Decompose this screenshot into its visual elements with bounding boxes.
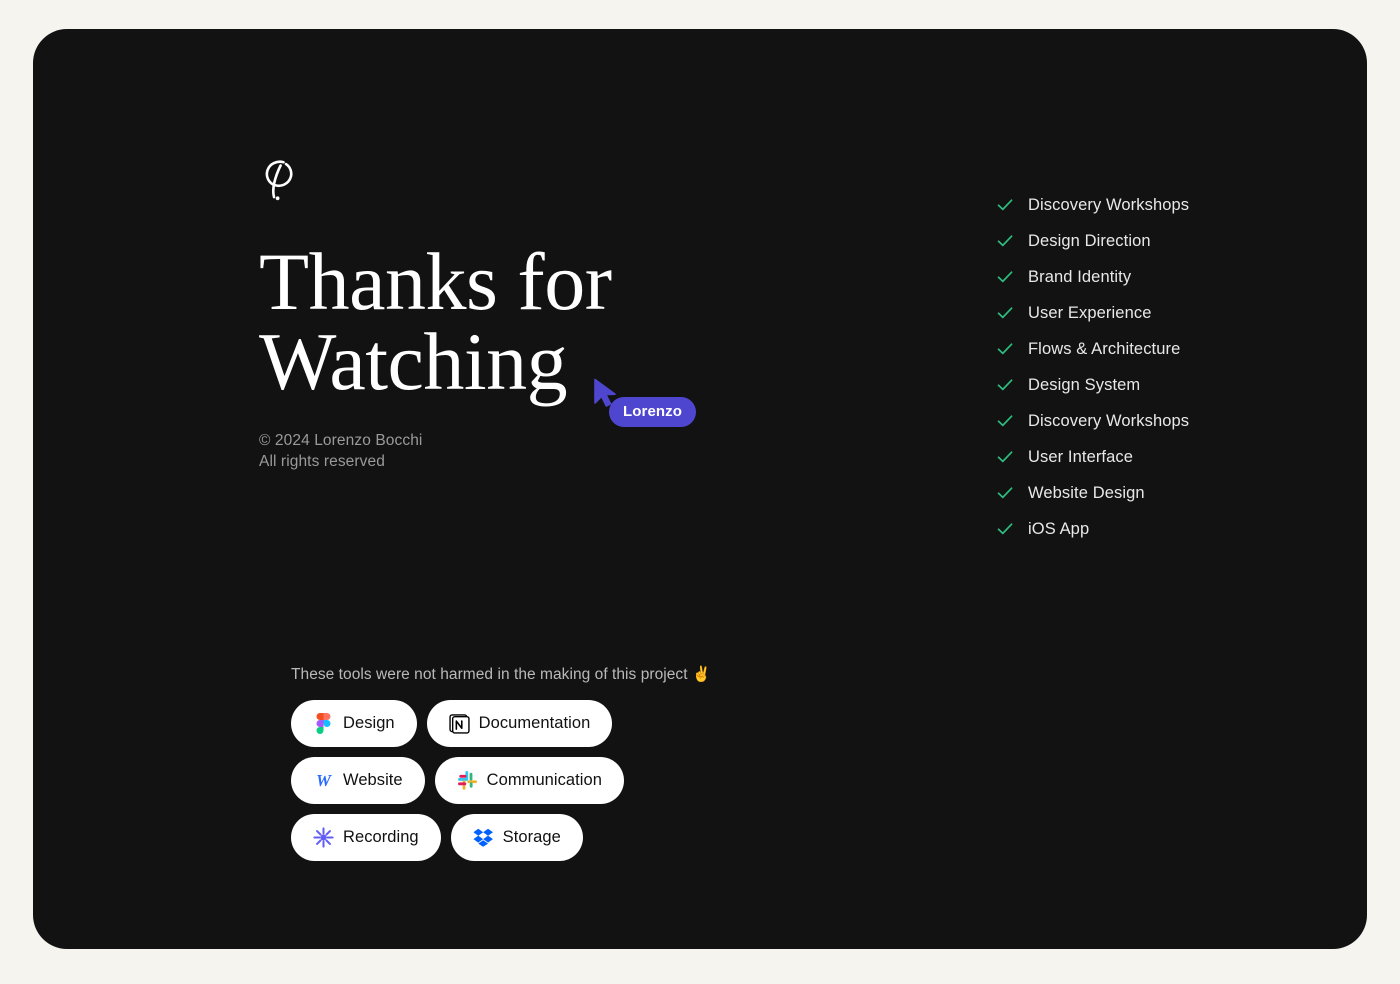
check-icon xyxy=(996,484,1014,502)
list-item: Discovery Workshops xyxy=(996,403,1326,439)
copyright-line-1: © 2024 Lorenzo Bocchi xyxy=(259,432,423,450)
check-icon xyxy=(996,340,1014,358)
tools-caption: These tools were not harmed in the makin… xyxy=(291,665,811,684)
dropbox-icon xyxy=(473,827,494,848)
figma-icon xyxy=(313,713,334,734)
presentation-slide: Thanks for Watching © 2024 Lorenzo Bocch… xyxy=(0,0,1400,984)
list-item-label: Design System xyxy=(1028,375,1141,394)
list-item: Discovery Workshops xyxy=(996,187,1326,223)
tool-pill-label: Documentation xyxy=(478,714,591,733)
slide-card: Thanks for Watching © 2024 Lorenzo Bocch… xyxy=(33,29,1367,949)
tool-pill-storage[interactable]: Storage xyxy=(450,814,583,861)
deliverables-checklist: Discovery Workshops Design Direction Bra… xyxy=(996,187,1326,547)
copyright-block: © 2024 Lorenzo Bocchi All rights reserve… xyxy=(259,431,819,472)
check-icon xyxy=(996,520,1014,538)
hero-block: Thanks for Watching © 2024 Lorenzo Bocch… xyxy=(259,158,819,472)
tool-pill-documentation[interactable]: Documentation xyxy=(426,700,613,747)
list-item-label: iOS App xyxy=(1028,519,1090,538)
list-item: Flows & Architecture xyxy=(996,331,1326,367)
loom-icon xyxy=(313,827,334,848)
tool-pill-communication[interactable]: Communication xyxy=(434,757,624,804)
list-item-label: Website Design xyxy=(1028,483,1145,502)
check-icon xyxy=(996,412,1014,430)
tool-pill-label: Design xyxy=(343,714,395,733)
victory-hand-icon: ✌️ xyxy=(691,666,711,683)
copyright-line-2: All rights reserved xyxy=(259,452,385,470)
list-item: User Interface xyxy=(996,439,1326,475)
list-item: Brand Identity xyxy=(996,259,1326,295)
tools-caption-text: These tools were not harmed in the makin… xyxy=(291,666,688,683)
page-title: Thanks for Watching xyxy=(259,236,819,407)
list-item-label: Discovery Workshops xyxy=(1028,195,1190,214)
logo-monogram-icon xyxy=(259,158,819,202)
list-item: iOS App xyxy=(996,511,1326,547)
list-item: Website Design xyxy=(996,475,1326,511)
list-item-label: Discovery Workshops xyxy=(1028,411,1190,430)
notion-icon xyxy=(449,713,470,734)
tool-pill-website[interactable]: W Website xyxy=(291,757,425,804)
headline-line-1: Thanks for xyxy=(259,236,612,327)
list-item-label: User Experience xyxy=(1028,303,1152,322)
list-item-label: User Interface xyxy=(1028,447,1134,466)
tool-pill-label: Recording xyxy=(343,828,419,847)
tool-pill-label: Communication xyxy=(486,771,602,790)
svg-text:W: W xyxy=(316,771,332,790)
check-icon xyxy=(996,268,1014,286)
list-item-label: Design Direction xyxy=(1028,231,1151,250)
tools-pill-list: Design Documentation W Website Communica… xyxy=(291,700,751,861)
check-icon xyxy=(996,304,1014,322)
check-icon xyxy=(996,448,1014,466)
tools-section: These tools were not harmed in the makin… xyxy=(291,665,811,861)
tool-pill-label: Website xyxy=(343,771,403,790)
list-item: User Experience xyxy=(996,295,1326,331)
check-icon xyxy=(996,196,1014,214)
tool-pill-label: Storage xyxy=(502,828,561,847)
webflow-icon: W xyxy=(313,770,334,791)
slack-icon xyxy=(457,770,478,791)
list-item: Design Direction xyxy=(996,223,1326,259)
headline-line-2: Watching xyxy=(259,315,568,407)
list-item-label: Brand Identity xyxy=(1028,267,1132,286)
check-icon xyxy=(996,232,1014,250)
list-item-label: Flows & Architecture xyxy=(1028,339,1181,358)
tool-pill-design[interactable]: Design xyxy=(291,700,417,747)
check-icon xyxy=(996,376,1014,394)
tool-pill-recording[interactable]: Recording xyxy=(291,814,441,861)
list-item: Design System xyxy=(996,367,1326,403)
